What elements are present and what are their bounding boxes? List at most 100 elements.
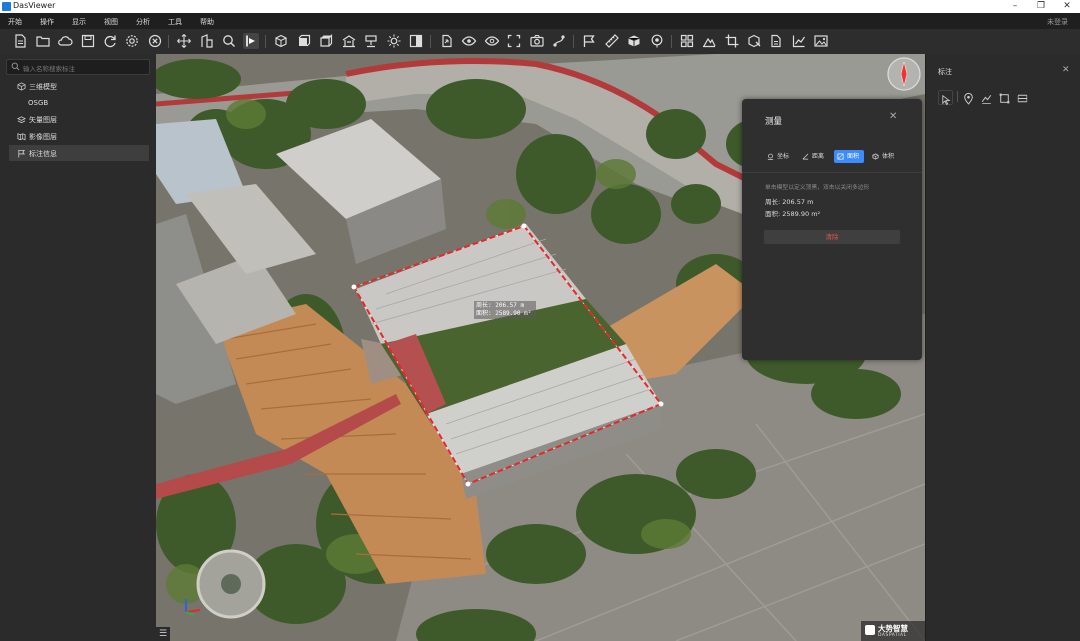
- cloud-icon[interactable]: [57, 33, 73, 49]
- monument-icon[interactable]: [363, 33, 379, 49]
- menu-help[interactable]: 帮助: [200, 17, 214, 27]
- cube-top-icon[interactable]: [318, 33, 334, 49]
- crop-icon[interactable]: [724, 33, 740, 49]
- cube-front-icon[interactable]: [296, 33, 312, 49]
- settings-icon[interactable]: [124, 33, 140, 49]
- save-icon[interactable]: [80, 33, 96, 49]
- pin-icon[interactable]: [649, 33, 665, 49]
- title-bar: DasViewer – ❐ ✕: [0, 0, 1080, 13]
- tab-label: 体积: [882, 153, 895, 160]
- menu-view[interactable]: 视图: [104, 17, 118, 27]
- tab-label: 坐标: [777, 153, 790, 160]
- menu-tools[interactable]: 工具: [168, 17, 182, 27]
- toolbar: [0, 29, 1080, 55]
- half-square-icon[interactable]: [408, 33, 424, 49]
- play-marker-icon[interactable]: [243, 33, 259, 49]
- volume-icon: [872, 153, 879, 160]
- tree-item-osgb[interactable]: OSGB: [0, 95, 156, 111]
- measure-close-icon[interactable]: ✕: [889, 111, 897, 122]
- export-icon[interactable]: [439, 33, 455, 49]
- grid-icon[interactable]: [679, 33, 695, 49]
- tree-item-3d-model[interactable]: 三维模型: [0, 78, 156, 94]
- ruler-icon[interactable]: [604, 33, 620, 49]
- tab-coordinate[interactable]: 坐标: [764, 150, 794, 163]
- menu-analysis[interactable]: 分析: [136, 17, 150, 27]
- area-value: 面积: 2589.90 m²: [765, 210, 821, 218]
- menu-operate[interactable]: 操作: [40, 17, 54, 27]
- tab-label: 面积: [847, 153, 860, 160]
- eye-alt-icon[interactable]: [484, 33, 500, 49]
- sun-icon[interactable]: [386, 33, 402, 49]
- tree-item-vector-layer[interactable]: 矢量图层: [0, 111, 156, 127]
- map-area-text: 面积: 2589.90 m²: [476, 310, 532, 317]
- area-icon: [837, 153, 844, 160]
- flag-icon[interactable]: [581, 33, 597, 49]
- box-icon[interactable]: [626, 33, 642, 49]
- tree-item-label: OSGB: [28, 99, 49, 107]
- map-icon: [17, 133, 26, 141]
- path-icon[interactable]: [551, 33, 567, 49]
- chart-line-icon[interactable]: [791, 33, 807, 49]
- camera-icon[interactable]: [529, 33, 545, 49]
- annotation-panel: 标注 ✕: [925, 54, 1080, 641]
- measure-hint: 单击模型以定义顶黑，双击以关闭多边形: [765, 185, 870, 191]
- elevation-icon[interactable]: [701, 33, 717, 49]
- menu-toggle-icon[interactable]: ☰: [156, 627, 170, 641]
- document-icon[interactable]: [768, 33, 784, 49]
- tab-area[interactable]: 面积: [834, 150, 864, 163]
- tab-distance[interactable]: 距离: [799, 150, 829, 163]
- cube-cut-icon[interactable]: [746, 33, 762, 49]
- tree-item-label: 标注信息: [29, 150, 57, 158]
- restore-icon[interactable]: ❐: [1030, 0, 1052, 13]
- map-measure-label: 周长: 206.57 m 面积: 2589.90 m²: [476, 302, 531, 318]
- layer-panel: 输入名称搜索标注 三维模型 OSGB 矢量图层 影像图层 标注信息: [0, 54, 156, 641]
- pavilion-icon[interactable]: [341, 33, 357, 49]
- search-input[interactable]: 输入名称搜索标注: [6, 59, 150, 75]
- perimeter-value: 周长: 206.57 m: [765, 198, 814, 206]
- close-circle-icon[interactable]: [147, 33, 163, 49]
- polyline-icon[interactable]: [980, 90, 993, 104]
- image-icon[interactable]: [813, 33, 829, 49]
- menu-bar: 开始 操作 显示 视图 分析 工具 帮助 未登录: [0, 13, 1080, 29]
- open-folder-icon[interactable]: [35, 33, 51, 49]
- refresh-icon[interactable]: [102, 33, 118, 49]
- measure-panel: 测量 ✕ 坐标 距离 面积 体积 单击模型以定义顶黑，双击以关闭多边形 周长: …: [742, 99, 922, 360]
- login-link[interactable]: 未登录: [1047, 17, 1068, 27]
- tree-item-label: 影像图层: [29, 133, 57, 141]
- tree-item-label: 矢量图层: [29, 116, 57, 124]
- tree-item-annotations[interactable]: 标注信息: [9, 145, 149, 161]
- coordinate-icon: [767, 153, 774, 160]
- cursor-icon[interactable]: [938, 90, 953, 105]
- layers-icon: [17, 116, 26, 124]
- search-icon[interactable]: [221, 33, 237, 49]
- pin-icon[interactable]: [962, 90, 975, 105]
- building-icon[interactable]: [199, 33, 215, 49]
- app-logo-icon: [2, 2, 11, 11]
- search-placeholder: 输入名称搜索标注: [23, 65, 75, 73]
- tab-volume[interactable]: 体积: [869, 150, 899, 163]
- annotation-panel-title: 标注: [938, 68, 952, 76]
- cube-icon: [17, 82, 26, 91]
- new-file-icon[interactable]: [12, 33, 28, 49]
- minimize-icon[interactable]: –: [1004, 0, 1026, 13]
- frame-icon[interactable]: [506, 33, 522, 49]
- brand-name-en: DASPATIAL: [878, 633, 907, 638]
- brand-badge: 大势智慧 DASPATIAL: [861, 621, 925, 641]
- brand-logo-icon: [865, 625, 875, 635]
- cube-view-icon[interactable]: [273, 33, 289, 49]
- tree-item-image-layer[interactable]: 影像图层: [0, 128, 156, 144]
- move-icon[interactable]: [176, 33, 192, 49]
- area-icon[interactable]: [1016, 90, 1029, 103]
- clear-button[interactable]: 清除: [764, 230, 900, 244]
- close-window-icon[interactable]: ✕: [1056, 0, 1078, 13]
- annotation-close-icon[interactable]: ✕: [1062, 65, 1070, 75]
- distance-icon: [802, 153, 809, 160]
- menu-start[interactable]: 开始: [8, 17, 22, 27]
- tool-separator: [957, 91, 958, 102]
- menu-display[interactable]: 显示: [72, 17, 86, 27]
- flag-icon: [18, 149, 26, 158]
- rectangle-icon[interactable]: [998, 90, 1011, 104]
- eye-icon[interactable]: [461, 33, 477, 49]
- measure-title: 测量: [765, 117, 783, 127]
- window-title: DasViewer: [13, 1, 56, 10]
